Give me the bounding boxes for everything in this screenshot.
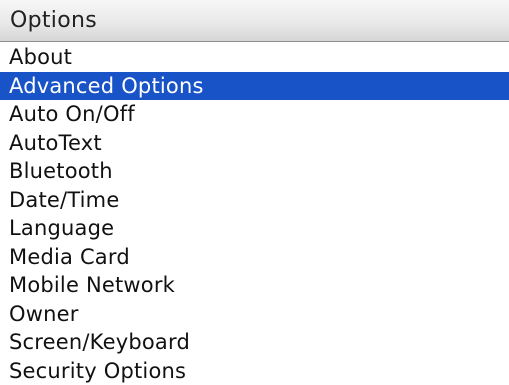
- screen-title: Options: [10, 8, 97, 33]
- menu-item-owner[interactable]: Owner: [0, 300, 509, 329]
- menu-item-security-options[interactable]: Security Options: [0, 357, 509, 385]
- menu-item-autotext[interactable]: AutoText: [0, 129, 509, 158]
- title-bar: Options: [0, 0, 509, 42]
- options-screen: Options About Advanced Options Auto On/O…: [0, 0, 509, 385]
- menu-item-screen-keyboard[interactable]: Screen/Keyboard: [0, 328, 509, 357]
- menu-item-advanced-options[interactable]: Advanced Options: [0, 71, 509, 100]
- menu-item-about[interactable]: About: [0, 43, 509, 72]
- menu-item-bluetooth[interactable]: Bluetooth: [0, 157, 509, 186]
- options-menu-list: About Advanced Options Auto On/Off AutoT…: [0, 43, 509, 385]
- menu-item-auto-on-off[interactable]: Auto On/Off: [0, 100, 509, 129]
- menu-item-date-time[interactable]: Date/Time: [0, 186, 509, 215]
- menu-item-media-card[interactable]: Media Card: [0, 243, 509, 272]
- menu-item-language[interactable]: Language: [0, 214, 509, 243]
- menu-item-mobile-network[interactable]: Mobile Network: [0, 271, 509, 300]
